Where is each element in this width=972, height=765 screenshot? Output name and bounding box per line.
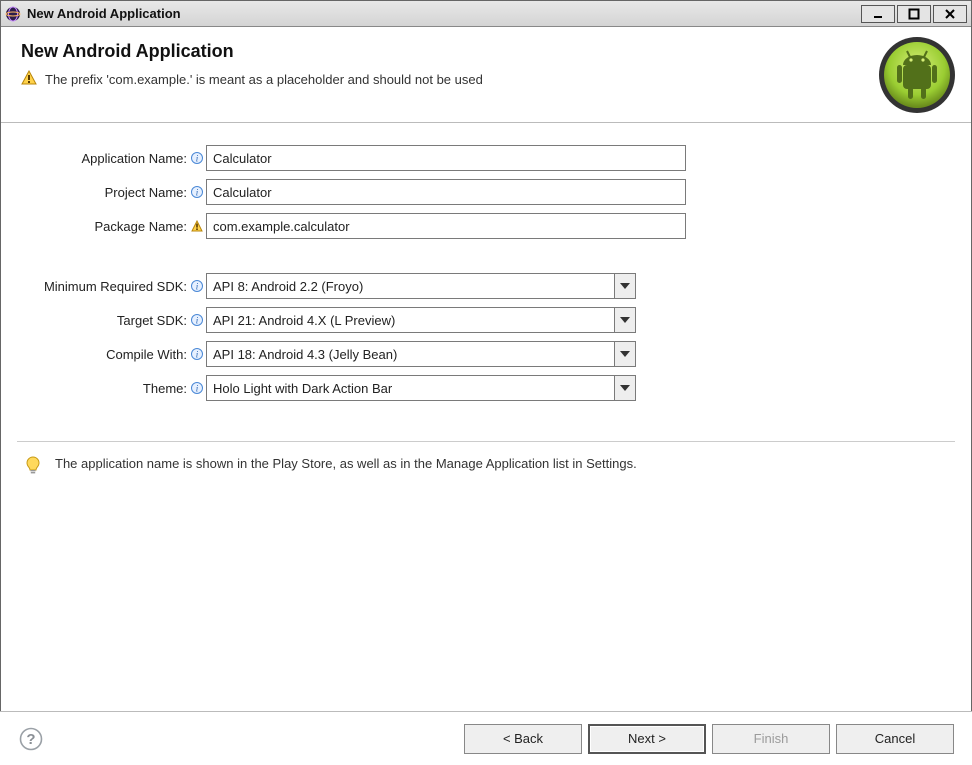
lightbulb-icon: [25, 456, 41, 479]
help-button[interactable]: ?: [18, 726, 44, 752]
package-name-input[interactable]: [206, 213, 686, 239]
next-button[interactable]: Next >: [588, 724, 706, 754]
project-name-label: Project Name: i: [21, 185, 206, 200]
banner: New Android Application The prefix 'com.…: [1, 27, 971, 123]
banner-heading: New Android Application: [21, 41, 951, 62]
info-icon[interactable]: i: [190, 347, 204, 361]
tip-text: The application name is shown in the Pla…: [55, 456, 637, 471]
min-sdk-label: Minimum Required SDK: i: [21, 279, 206, 294]
banner-warning-line: The prefix 'com.example.' is meant as a …: [21, 70, 951, 89]
compile-with-label: Compile With: i: [21, 347, 206, 362]
info-icon[interactable]: i: [190, 279, 204, 293]
target-sdk-label: Target SDK: i: [21, 313, 206, 328]
package-name-label: Package Name:: [21, 219, 206, 234]
theme-label: Theme: i: [21, 381, 206, 396]
app-name-input[interactable]: [206, 145, 686, 171]
cancel-button[interactable]: Cancel: [836, 724, 954, 754]
info-icon[interactable]: i: [190, 313, 204, 327]
chevron-down-icon: [614, 273, 636, 299]
back-button[interactable]: < Back: [464, 724, 582, 754]
info-icon[interactable]: i: [190, 151, 204, 165]
project-name-input[interactable]: [206, 179, 686, 205]
compile-with-select[interactable]: API 18: Android 4.3 (Jelly Bean): [206, 341, 636, 367]
close-button[interactable]: [933, 5, 967, 23]
chevron-down-icon: [614, 375, 636, 401]
min-sdk-select[interactable]: API 8: Android 2.2 (Froyo): [206, 273, 636, 299]
finish-button: Finish: [712, 724, 830, 754]
target-sdk-select[interactable]: API 21: Android 4.X (L Preview): [206, 307, 636, 333]
android-logo-icon: [877, 35, 957, 115]
eclipse-icon: [5, 6, 21, 22]
svg-text:?: ?: [26, 731, 35, 748]
banner-warning-text: The prefix 'com.example.' is meant as a …: [45, 72, 483, 87]
maximize-button[interactable]: [897, 5, 931, 23]
titlebar: New Android Application: [1, 1, 971, 27]
theme-select[interactable]: Holo Light with Dark Action Bar: [206, 375, 636, 401]
chevron-down-icon: [614, 307, 636, 333]
minimize-button[interactable]: [861, 5, 895, 23]
window-title: New Android Application: [27, 6, 861, 21]
footer: ? < Back Next > Finish Cancel: [0, 711, 972, 765]
tip-box: The application name is shown in the Pla…: [1, 442, 971, 493]
app-name-label: Application Name: i: [21, 151, 206, 166]
warning-icon: [21, 70, 37, 89]
form-area: Application Name: i Project Name: i Pack…: [1, 123, 971, 415]
chevron-down-icon: [614, 341, 636, 367]
warning-icon[interactable]: [190, 219, 204, 233]
info-icon[interactable]: i: [190, 185, 204, 199]
info-icon[interactable]: i: [190, 381, 204, 395]
